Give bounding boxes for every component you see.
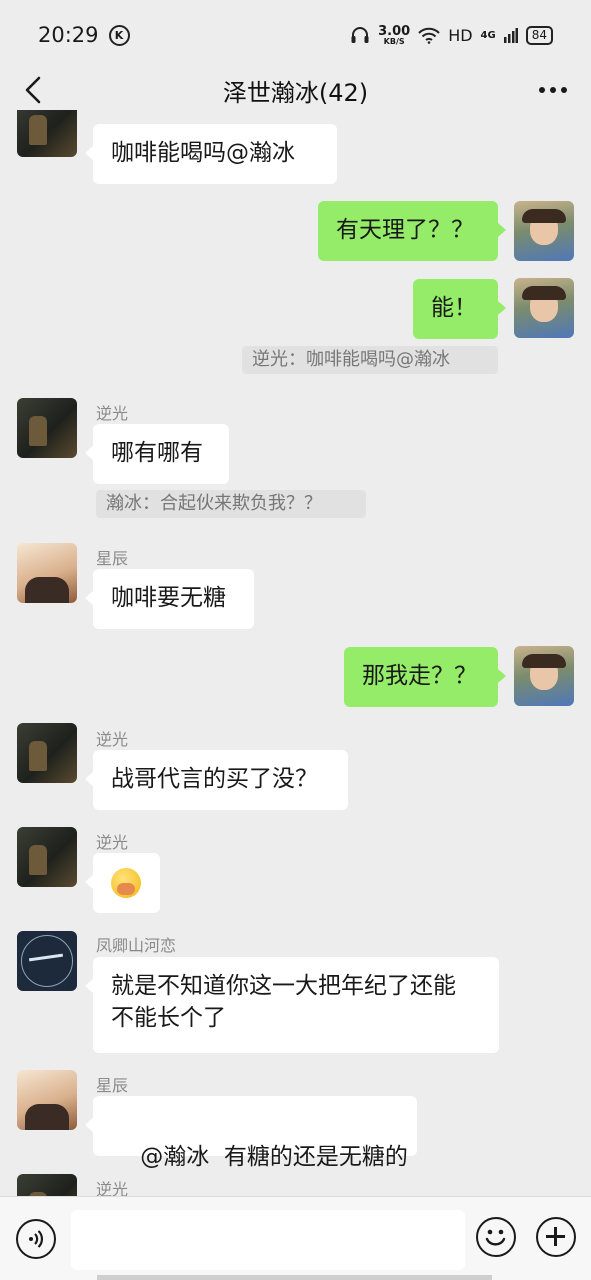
chat-header: 泽世瀚冰(42): [0, 70, 591, 110]
k-badge-icon: K: [108, 24, 130, 46]
sender-name: 逆光: [96, 1180, 129, 1196]
message-text: @瀚冰 有糖的还是无糖的: [140, 1144, 408, 1170]
wifi-icon: [418, 27, 440, 44]
plus-button[interactable]: [536, 1217, 576, 1257]
message-text: 咖啡能喝吗@瀚冰: [111, 140, 295, 166]
sender-name: 凤卿山河恋: [96, 936, 177, 955]
message-text-line1: 就是不知道你这一大把年纪了还能: [111, 973, 456, 999]
laughing-face-emoji: [111, 868, 141, 898]
quote-text: 逆光：咖啡能喝吗@瀚冰: [252, 349, 450, 370]
network-speed: 3.00 KB/S: [378, 25, 410, 46]
quoted-message[interactable]: 瀚冰：合起伙来欺负我？？: [96, 490, 366, 518]
speed-unit: KB/S: [383, 36, 405, 46]
battery-icon: 84: [525, 25, 553, 45]
quote-text: 瀚冰：合起伙来欺负我？？: [106, 493, 322, 514]
bottom-strip: [97, 1275, 492, 1280]
avatar-xingchen[interactable]: [17, 1070, 77, 1130]
message-bubble[interactable]: 哪有哪有: [85, 424, 229, 484]
message-text-line2: 不能长个了: [111, 1005, 226, 1031]
headphones-icon: [351, 27, 369, 43]
message-bubble[interactable]: [85, 853, 160, 913]
sender-name: 逆光: [96, 833, 129, 852]
message-text: 哪有哪有: [111, 440, 203, 466]
emoji-button[interactable]: [476, 1217, 516, 1257]
avatar-niguang[interactable]: [17, 398, 77, 458]
status-right: 3.00 KB/S HD 4G 84: [350, 25, 553, 46]
message-list[interactable]: 咖啡能喝吗@瀚冰 有天理了？？ 能！ 逆光：咖啡能喝吗@瀚冰 逆光 哪有哪有 瀚…: [0, 110, 591, 1196]
message-input[interactable]: [71, 1210, 465, 1270]
more-icon: [539, 87, 567, 93]
chevron-left-icon: [25, 76, 41, 104]
avatar-niguang[interactable]: [17, 827, 77, 887]
message-text: 有天理了？？: [336, 217, 474, 243]
network-label: 4G: [480, 29, 496, 41]
sender-name: 逆光: [96, 730, 129, 749]
avatar-self[interactable]: [514, 201, 574, 261]
message-text: 咖啡要无糖: [111, 585, 226, 611]
input-bar: [0, 1196, 591, 1280]
chat-title: 泽世瀚冰(42): [222, 78, 369, 107]
avatar-self[interactable]: [514, 646, 574, 706]
message-text: 那我走？？: [362, 663, 477, 689]
avatar-self[interactable]: [514, 278, 574, 338]
message-bubble[interactable]: 咖啡能喝吗@瀚冰: [85, 124, 337, 184]
message-bubble[interactable]: 能！: [413, 279, 506, 339]
sender-name: 逆光: [96, 404, 129, 423]
emoji-icon: [485, 1229, 506, 1246]
back-button[interactable]: [18, 74, 48, 106]
message-bubble[interactable]: 咖啡要无糖: [85, 569, 254, 629]
avatar-xingchen[interactable]: [17, 543, 77, 603]
avatar-fengqing[interactable]: [17, 931, 77, 991]
speed-value: 3.00: [378, 23, 411, 39]
message-bubble[interactable]: 那我走？？: [344, 647, 506, 707]
voice-button[interactable]: [16, 1219, 56, 1259]
sender-name: 星辰: [96, 1076, 129, 1095]
more-button[interactable]: [535, 74, 571, 106]
status-time: 20:29: [38, 23, 99, 47]
message-bubble[interactable]: @瀚冰 有糖的还是无糖的: [85, 1096, 417, 1170]
message-text: 能！: [431, 295, 477, 321]
avatar-niguang[interactable]: [17, 1174, 77, 1196]
avatar-niguang[interactable]: [17, 110, 77, 157]
message-bubble[interactable]: 战哥代言的买了没？: [85, 750, 348, 810]
message-text: 战哥代言的买了没？: [111, 766, 318, 792]
message-bubble[interactable]: 有天理了？？: [318, 201, 506, 261]
voice-icon: [29, 1230, 43, 1248]
avatar-niguang[interactable]: [17, 723, 77, 783]
message-bubble[interactable]: 就是不知道你这一大把年纪了还能 不能长个了: [85, 957, 499, 1053]
status-left: 20:29 K: [38, 23, 130, 47]
signal-icon: [503, 28, 518, 43]
status-bar: 20:29 K 3.00 KB/S HD 4G 84: [0, 0, 591, 70]
sender-name: 星辰: [96, 549, 129, 568]
quoted-message[interactable]: 逆光：咖啡能喝吗@瀚冰: [242, 346, 498, 374]
hd-label: HD: [448, 25, 473, 45]
